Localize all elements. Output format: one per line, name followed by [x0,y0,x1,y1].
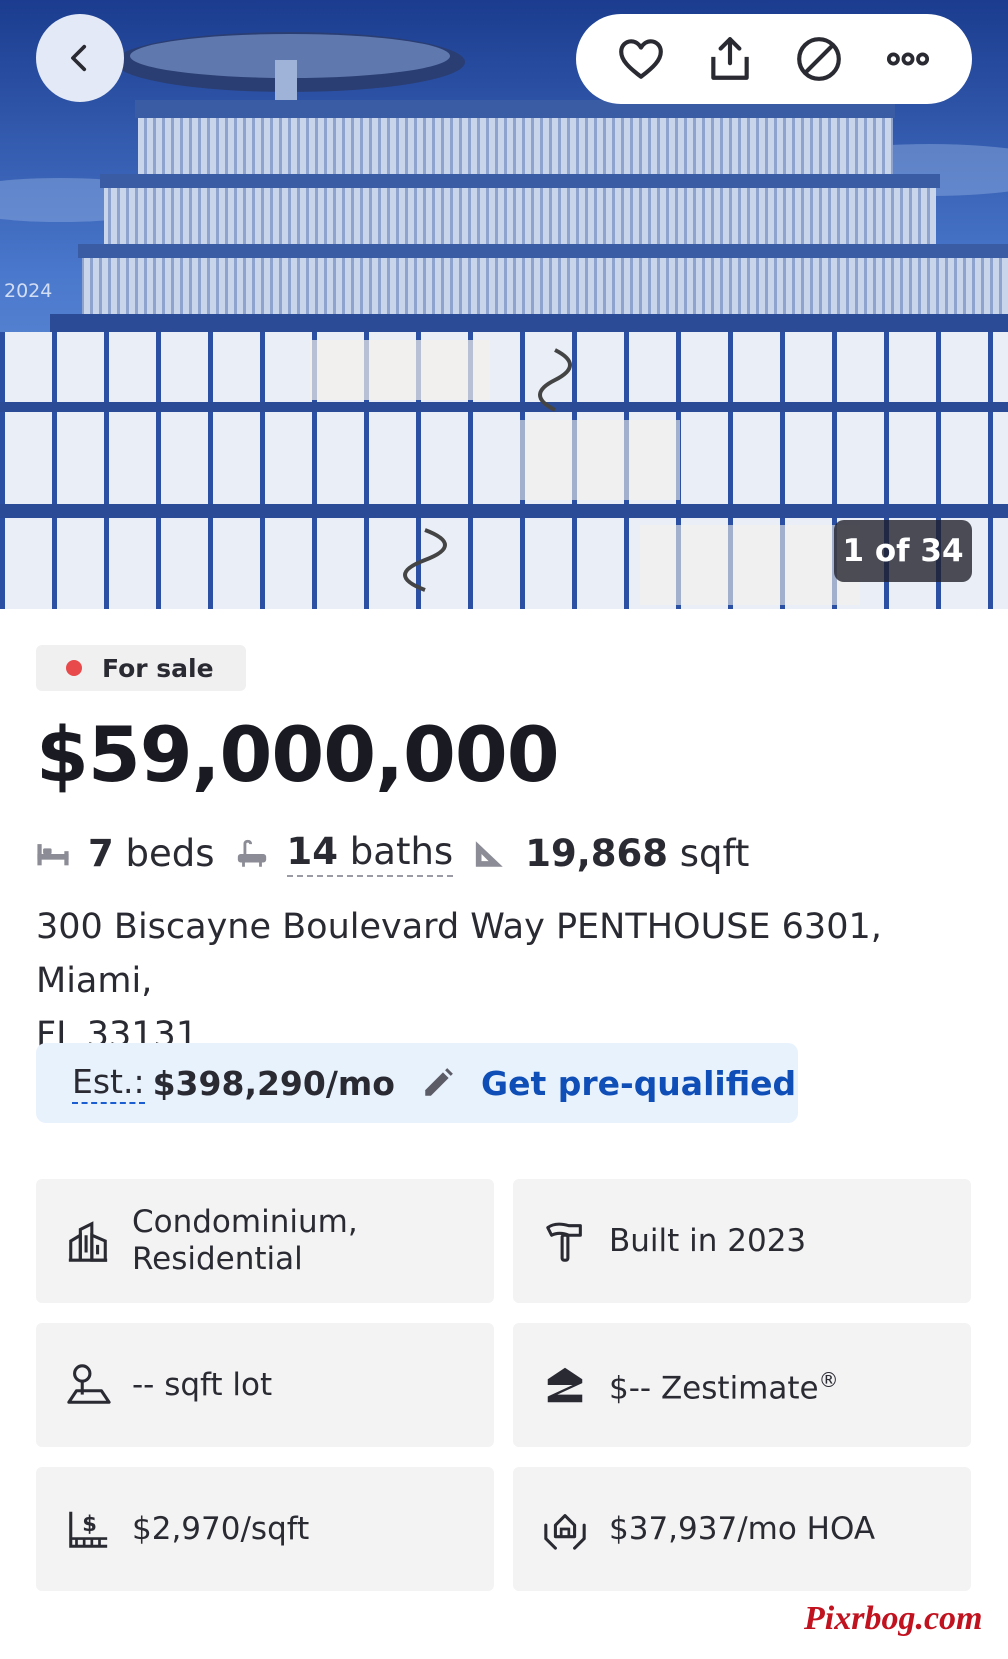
price-per-sqft-card: $ $2,970/sqft [36,1467,494,1591]
lot-size-card: -- sqft lot [36,1323,494,1447]
year-built-card: Built in 2023 [513,1179,971,1303]
pencil-icon [425,1068,453,1096]
home-type-line-1: Condominium, [132,1204,358,1240]
lot-size-text: -- sqft lot [132,1366,273,1403]
listing-price: $59,000,000 [36,710,560,799]
baths-fact[interactable]: 14 baths [235,830,454,877]
share-icon [710,37,749,80]
photo-watermark-year: 2024 [4,280,53,302]
home-type-card: Condominium, Residential [36,1179,494,1303]
baths-count: 14 [286,830,339,873]
address-line-1: 300 Biscayne Boulevard Way PENTHOUSE 630… [36,907,882,1001]
price-per-sqft-text: $2,970/sqft [132,1510,310,1547]
sqft-count: 19,868 [525,832,668,875]
share-button[interactable] [700,29,760,89]
zestimate-text: $-- Zestimate [609,1370,819,1407]
status-badge: For sale [36,645,246,691]
status-label: For sale [102,653,214,683]
beds-fact: 7 beds [36,832,215,875]
payment-estimate: Est.: $398,290/mo Get pre-qualified [36,1043,798,1123]
hoa-hands-icon [544,1514,586,1550]
back-button[interactable] [36,14,124,102]
summary-facts: 7 beds 14 baths 19,868 sqft [36,830,769,877]
beds-count: 7 [88,832,114,875]
estimate-label[interactable]: Est.: [72,1062,145,1104]
status-dot [66,660,82,676]
chevron-left-icon [71,44,87,72]
hammer-icon [546,1222,582,1262]
hoa-card: $37,937/mo HOA [513,1467,971,1591]
hide-button[interactable] [789,29,849,89]
zillow-logo-icon [547,1367,583,1403]
hoa-text: $37,937/mo HOA [609,1510,876,1547]
sqft-fact: 19,868 sqft [473,832,749,875]
get-prequalified-link[interactable]: Get pre-qualified [481,1064,796,1103]
block-icon [796,37,841,81]
lot-tree-icon [67,1364,111,1404]
price-ruler-icon: $ [69,1511,108,1548]
more-button[interactable] [878,29,938,89]
building-icon [68,1221,108,1262]
photo-counter: 1 of 34 [834,520,972,582]
heart-icon [618,39,663,79]
save-button[interactable] [611,29,671,89]
svg-text:$: $ [82,1511,97,1536]
listing-address: 300 Biscayne Boulevard Way PENTHOUSE 630… [36,900,976,1062]
area-ruler-icon [476,840,503,867]
bed-icon [37,843,69,865]
registered-mark: ® [818,1368,839,1393]
site-watermark: Pixrbog.com [804,1600,983,1637]
more-icon [886,52,929,66]
beds-label: beds [125,832,215,875]
estimate-value: $398,290/mo [152,1063,395,1103]
sqft-label: sqft [679,832,750,875]
baths-label: baths [349,830,454,873]
home-type-line-2: Residential [132,1241,303,1277]
edit-estimate-button[interactable] [421,1066,455,1100]
listing-actions [576,14,972,104]
zestimate-card[interactable]: $-- Zestimate® [513,1323,971,1447]
bathtub-icon [237,839,266,867]
year-built-text: Built in 2023 [609,1222,807,1259]
